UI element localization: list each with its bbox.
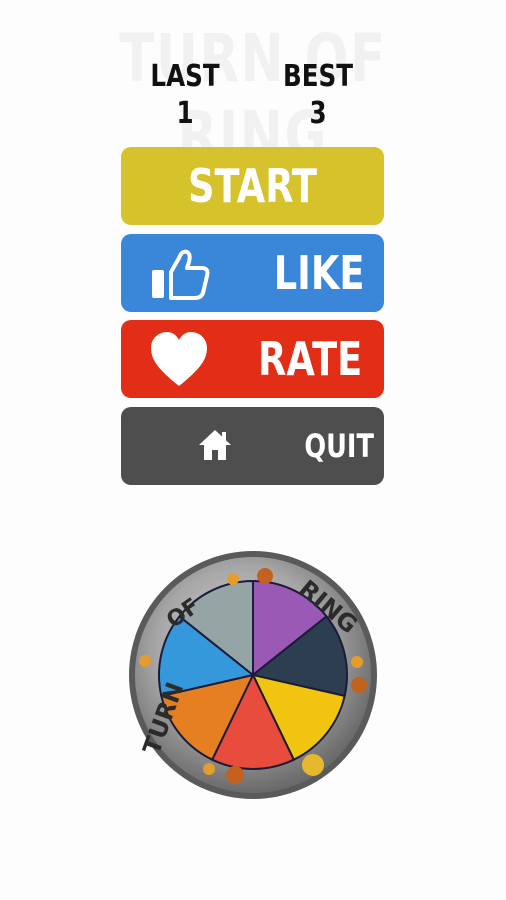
quit-button[interactable]: QUIT <box>121 407 384 485</box>
like-button[interactable]: LIKE <box>121 234 384 312</box>
last-score-value: 1 <box>176 96 194 131</box>
best-score-value: 3 <box>309 96 327 131</box>
last-score-label: LAST <box>150 59 220 94</box>
ring-bolt <box>226 766 244 784</box>
quit-button-label: QUIT <box>304 427 374 465</box>
ring-bolt <box>257 568 273 584</box>
rate-button-label: RATE <box>257 332 362 386</box>
thumbs-up-icon <box>152 249 210 300</box>
ring-bolt <box>203 763 215 775</box>
ring-bolt <box>139 655 151 667</box>
best-score-label: BEST <box>282 59 354 94</box>
start-button[interactable]: START <box>121 147 384 225</box>
ring-bolt <box>351 677 367 693</box>
rate-button[interactable]: RATE <box>121 320 384 398</box>
last-score: LAST 1 <box>130 58 240 132</box>
ring-bolt <box>227 573 239 585</box>
start-button-label: START <box>187 159 318 213</box>
like-button-label: LIKE <box>273 246 364 300</box>
home-icon <box>199 430 231 460</box>
ring-bolt <box>351 656 363 668</box>
heart-icon <box>151 332 207 386</box>
ring-bolt <box>302 754 324 776</box>
best-score: BEST 3 <box>263 58 373 132</box>
turn-of-ring-logo: RING OF TURN <box>129 551 377 799</box>
